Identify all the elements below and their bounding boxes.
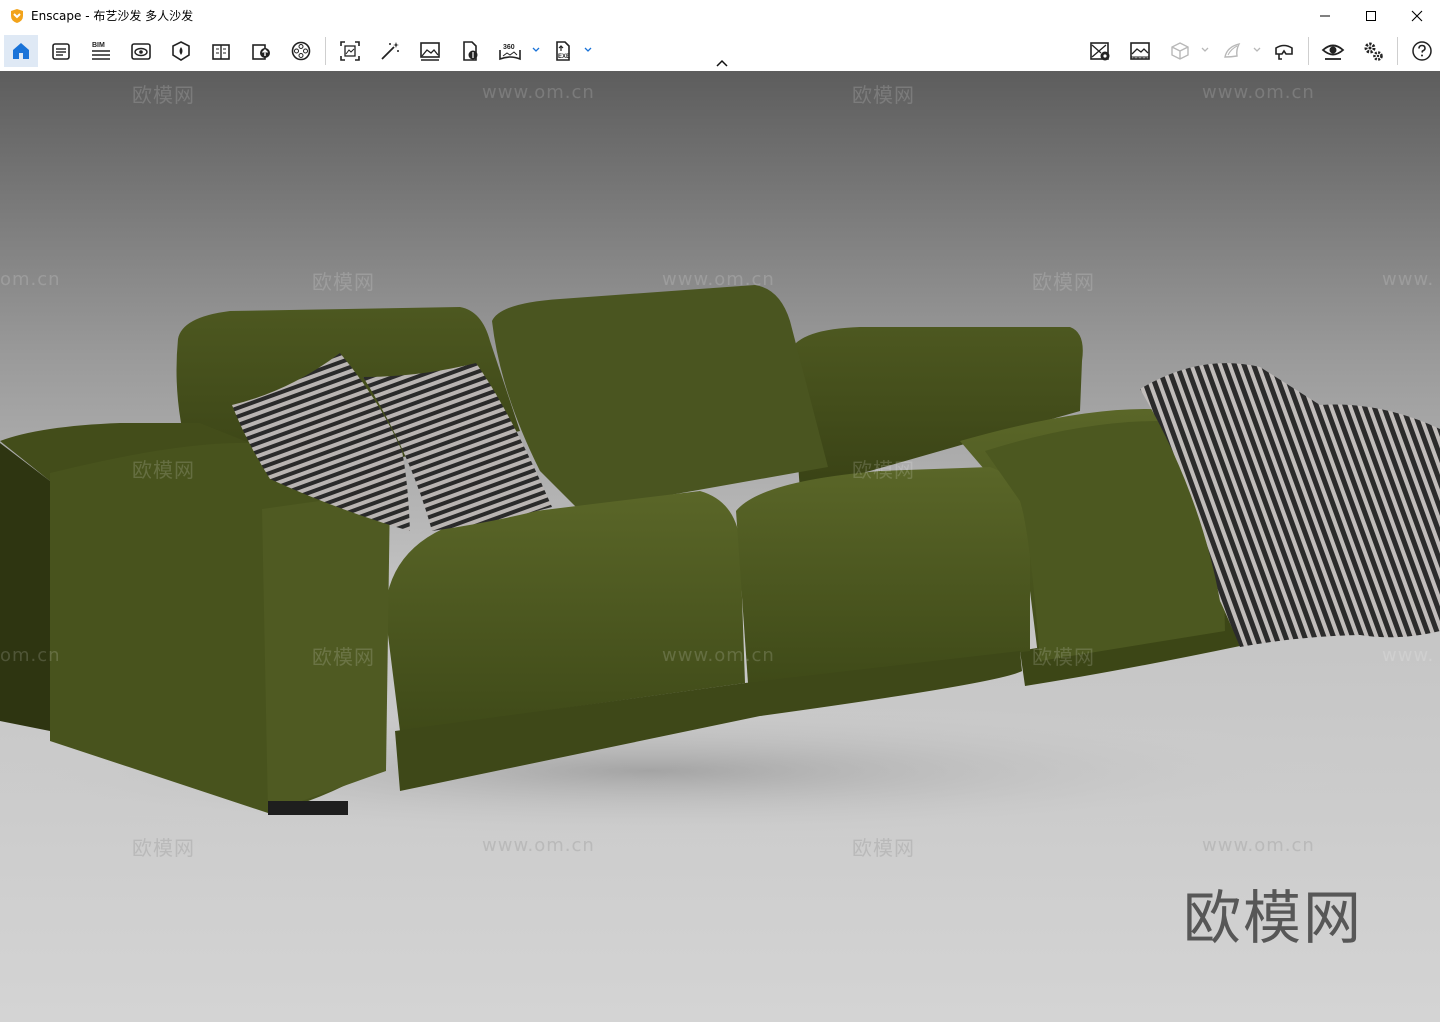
export-dropdown-button[interactable] [583, 43, 593, 57]
panorama-dropdown-button[interactable] [531, 43, 541, 57]
sync-view-icon [1090, 42, 1110, 61]
panorama-button[interactable]: 360 [493, 35, 527, 67]
watermark-text: 欧模网 [852, 458, 915, 482]
settings-button[interactable] [1356, 35, 1390, 67]
chevron-down-icon [532, 47, 540, 52]
watermark-url: www.om.cn [482, 82, 595, 103]
watermark-url: www.om.cn [1202, 835, 1315, 856]
maximize-icon [1366, 10, 1376, 21]
watermark-text: 欧模网 [312, 270, 375, 294]
watermark-text: 欧模网 [132, 458, 195, 482]
big-watermark-logo: 欧模网 [1183, 884, 1364, 952]
help-icon [1412, 41, 1432, 61]
toolbar-separator [325, 37, 326, 65]
material-editor-icon [212, 44, 230, 60]
capture-view-icon [1130, 42, 1150, 60]
export-exe-icon: EXE [556, 41, 570, 61]
enscape-logo-icon [11, 8, 23, 23]
orthographic-dropdown-button[interactable] [1200, 43, 1210, 57]
watermark-url: om.cn [0, 645, 61, 666]
web-standalone-button[interactable] [453, 35, 487, 67]
visual-settings-icon [131, 43, 151, 60]
capture-view-button[interactable] [1123, 35, 1157, 67]
watermark-text: 欧模网 [312, 645, 375, 669]
title-bar: Enscape - 布艺沙发 多人沙发 [0, 0, 1440, 31]
maximize-button[interactable] [1348, 0, 1394, 31]
minimize-button[interactable] [1302, 0, 1348, 31]
toolbar-separator [1397, 37, 1398, 65]
views-button[interactable] [44, 35, 78, 67]
chevron-down-icon [584, 47, 592, 52]
close-button[interactable] [1394, 0, 1440, 31]
views-icon [52, 43, 70, 60]
watermark-url: www.om.cn [1202, 82, 1315, 103]
section-planes-button[interactable] [1215, 35, 1249, 67]
eye-icon [1321, 44, 1345, 60]
video-editor-button[interactable] [284, 35, 318, 67]
panorama-icon: 360 [499, 44, 521, 61]
minimize-icon [1320, 15, 1330, 16]
material-editor-button[interactable] [204, 35, 238, 67]
close-icon [1411, 10, 1423, 21]
eye-button[interactable] [1316, 35, 1350, 67]
batch-render-icon [381, 42, 399, 60]
watermark-text: 欧模网 [852, 83, 915, 107]
watermark-url: om.cn [0, 269, 61, 290]
watermark-url: www. [1382, 645, 1435, 666]
render-image-icon [420, 42, 440, 61]
vr-headset-button[interactable] [1267, 35, 1301, 67]
section-dropdown-button[interactable] [1252, 43, 1262, 57]
help-button[interactable] [1405, 35, 1439, 67]
svg-text:BIM: BIM [92, 42, 105, 49]
render-image-button[interactable] [413, 35, 447, 67]
vr-headset-icon [1275, 44, 1293, 60]
bim-icon: BIM [92, 42, 110, 60]
collapse-toolbar-button[interactable] [712, 55, 732, 71]
watermark-url: www.om.cn [482, 835, 595, 856]
watermark-text: 欧模网 [1032, 645, 1095, 669]
sync-view-button[interactable] [1083, 35, 1117, 67]
watermark-text: 欧模网 [132, 836, 195, 860]
asset-library-button[interactable] [164, 35, 198, 67]
chevron-up-icon [716, 59, 728, 67]
home-icon [13, 43, 29, 59]
window-title: Enscape - 布艺沙发 多人沙发 [31, 9, 194, 23]
screenshot-icon [340, 41, 360, 61]
web-standalone-icon [463, 41, 478, 61]
visual-settings-button[interactable] [124, 35, 158, 67]
bim-button[interactable]: BIM [84, 35, 118, 67]
upload-manager-button[interactable] [244, 35, 278, 67]
section-planes-icon [1224, 42, 1241, 58]
batch-render-button[interactable] [373, 35, 407, 67]
orthographic-view-button[interactable] [1163, 35, 1197, 67]
orthographic-view-icon [1171, 42, 1189, 60]
screenshot-button[interactable] [333, 35, 367, 67]
chevron-down-icon [1253, 47, 1261, 52]
toolbar-separator [1308, 37, 1309, 65]
watermark-text: 欧模网 [132, 83, 195, 107]
watermark-url: www.om.cn [662, 645, 775, 666]
video-editor-icon [291, 41, 311, 61]
svg-text:EXE: EXE [558, 54, 570, 60]
upload-manager-icon [252, 44, 270, 60]
chevron-down-icon [1201, 47, 1209, 52]
watermark-text: 欧模网 [1032, 270, 1095, 294]
export-exe-button[interactable]: EXE [546, 35, 580, 67]
watermark-url: www. [1382, 269, 1435, 290]
render-viewport[interactable]: 欧模网 www.om.cn 欧模网 www.om.cn om.cn 欧模网 ww… [0, 71, 1440, 1022]
svg-text:360: 360 [503, 44, 515, 51]
watermark-text: 欧模网 [852, 836, 915, 860]
home-button[interactable] [4, 35, 38, 67]
watermark-url: www.om.cn [662, 269, 775, 290]
asset-library-icon [172, 41, 190, 61]
settings-icon [1364, 42, 1383, 61]
